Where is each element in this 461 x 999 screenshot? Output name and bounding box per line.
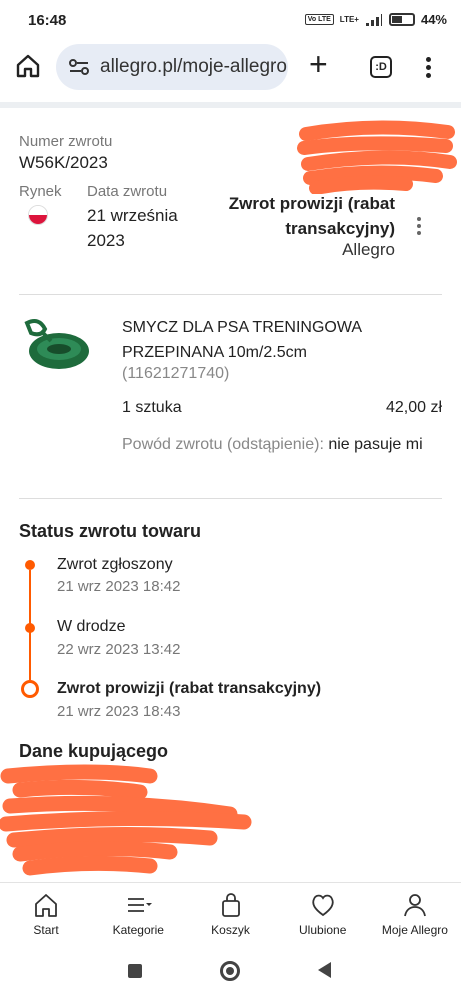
nav-moje-allegro[interactable]: Moje Allegro: [369, 883, 461, 942]
nav-ulubione[interactable]: Ulubione: [277, 883, 369, 942]
timeline-title: Status zwrotu towaru: [19, 521, 202, 541]
user-icon: [404, 894, 426, 917]
back-icon[interactable]: [318, 962, 331, 978]
product-id: (11621271740): [122, 365, 230, 382]
header-separator: [0, 102, 461, 108]
nav-koszyk[interactable]: Koszyk: [184, 883, 276, 942]
nav-label: Kategorie: [112, 923, 164, 937]
market-label: Rynek: [19, 183, 62, 200]
browser-toolbar: allegro.pl/moje-allegro + :D: [0, 40, 461, 96]
home-button-icon[interactable]: [220, 961, 240, 981]
new-tab-icon[interactable]: +: [309, 48, 328, 80]
return-date-label: Data zwrotu: [87, 183, 168, 200]
home-icon[interactable]: [14, 52, 42, 80]
nav-label: Ulubione: [299, 923, 347, 937]
heart-icon: [311, 894, 334, 917]
seller-name: Allegro: [342, 240, 395, 259]
status-bar: 16:48 Vo LTE LTE+ 44%: [0, 0, 461, 40]
more-options-icon[interactable]: [414, 214, 424, 240]
browser-menu-icon[interactable]: [420, 54, 436, 82]
redaction-scribble: [297, 120, 457, 194]
timeline-step-title: Zwrot zgłoszony: [57, 556, 173, 573]
nav-kategorie[interactable]: Kategorie: [92, 883, 184, 942]
product-name[interactable]: SMYCZ DLA PSA TRENINGOWA PRZEPINANA 10m/…: [122, 315, 422, 365]
bottom-navigation: Start Kategorie Koszyk Ulubione Moje All…: [0, 882, 461, 942]
tab-switcher-button[interactable]: :D: [370, 56, 392, 78]
url-text: allegro.pl/moje-allegro: [100, 56, 287, 77]
product-price: 42,00 zł: [385, 399, 442, 416]
address-bar[interactable]: allegro.pl/moje-allegro: [56, 44, 288, 90]
clock: 16:48: [28, 12, 67, 29]
home-icon: [35, 894, 57, 917]
product-quantity: 1 sztuka: [122, 399, 182, 416]
nav-start[interactable]: Start: [0, 883, 92, 942]
signal-icon: [365, 13, 382, 26]
poland-flag-icon: [28, 205, 48, 225]
timeline-step-date: 21 wrz 2023 18:43: [57, 703, 181, 720]
buyer-title: Dane kupującego: [19, 741, 169, 761]
timeline-step-date: 21 wrz 2023 18:42: [57, 578, 181, 595]
return-reason-label: Powód zwrotu (odstąpienie):: [122, 436, 324, 453]
timeline-current-ring: [21, 680, 39, 698]
nav-label: Koszyk: [211, 923, 250, 937]
nav-label: Moje Allegro: [381, 923, 448, 937]
redaction-scribble: [0, 764, 252, 876]
menu-icon: [128, 898, 153, 912]
return-date-value: 21 września 2023: [87, 206, 178, 250]
cart-icon: [221, 893, 240, 917]
return-number-label: Numer zwrotu: [19, 133, 113, 150]
divider: [19, 294, 442, 295]
timeline-step-title: Zwrot prowizji (rabat transakcyjny): [57, 680, 322, 697]
network-label: LTE+: [339, 15, 359, 24]
return-reason-value: nie pasuje mi: [328, 436, 423, 453]
timeline-dot: [25, 560, 35, 570]
return-reason: Powód zwrotu (odstąpienie): nie pasuje m…: [122, 432, 442, 457]
battery-level: 44%: [420, 12, 447, 27]
product-image[interactable]: [21, 313, 93, 373]
return-status: Zwrot prowizji (rabat transakcyjny): [228, 194, 395, 238]
timeline-dot: [25, 623, 35, 633]
timeline-step-title: W drodze: [57, 618, 126, 635]
recents-icon[interactable]: [128, 964, 142, 978]
timeline-step-date: 22 wrz 2023 13:42: [57, 641, 181, 658]
divider: [19, 498, 442, 499]
nav-label: Start: [33, 923, 59, 937]
battery-icon: [388, 13, 415, 26]
volte-icon: Vo LTE: [304, 14, 334, 25]
site-settings-icon[interactable]: [68, 57, 90, 77]
return-number-value: W56K/2023: [19, 153, 108, 172]
